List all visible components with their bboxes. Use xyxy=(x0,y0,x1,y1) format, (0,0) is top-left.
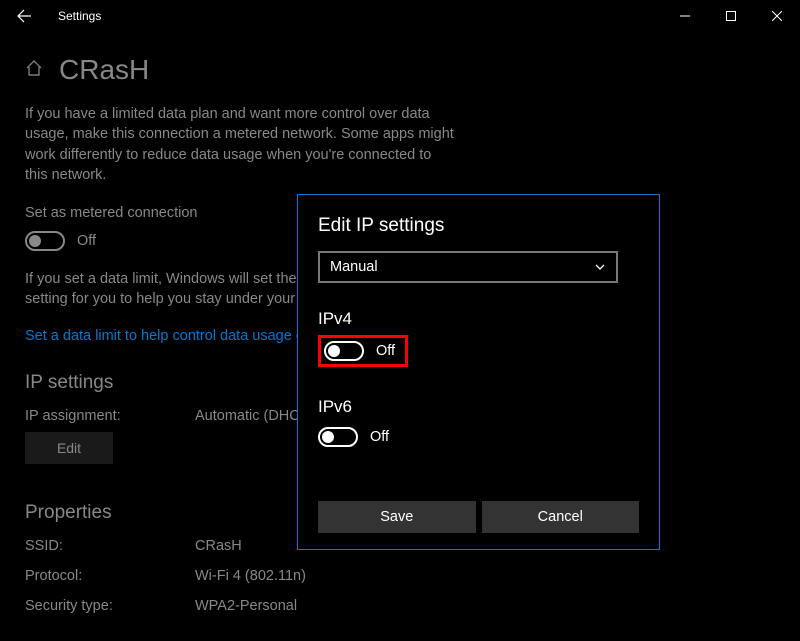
edit-ip-button[interactable]: Edit xyxy=(25,432,113,464)
toggle-knob xyxy=(29,235,41,247)
property-val: Wi-Fi 4 (802.11n) xyxy=(195,568,306,584)
close-button[interactable] xyxy=(754,0,800,32)
ipv4-highlight: Off xyxy=(318,335,408,367)
arrow-left-icon xyxy=(16,8,32,24)
ip-mode-dropdown[interactable]: Manual xyxy=(318,251,618,283)
toggle-knob xyxy=(322,431,334,443)
minimize-button[interactable] xyxy=(662,0,708,32)
edit-ip-dialog: Edit IP settings Manual IPv4 Off IPv6 Of… xyxy=(297,194,660,550)
maximize-icon xyxy=(726,11,736,21)
property-val: WPA2-Personal xyxy=(195,598,297,614)
ipv4-toggle[interactable] xyxy=(324,341,364,361)
minimize-icon xyxy=(680,11,690,21)
metered-description: If you have a limited data plan and want… xyxy=(25,104,455,185)
ipv6-toggle-row: Off xyxy=(318,427,639,447)
titlebar: Settings xyxy=(0,0,800,32)
ipv6-toggle[interactable] xyxy=(318,427,358,447)
property-val: CRasH xyxy=(195,538,242,554)
property-key: Security type: xyxy=(25,598,195,614)
property-key: Protocol: xyxy=(25,568,195,584)
dialog-buttons: Save Cancel xyxy=(318,501,639,533)
property-row: Security type: WPA2-Personal xyxy=(25,598,775,614)
window-title: Settings xyxy=(58,9,101,23)
close-icon xyxy=(772,11,782,21)
save-button[interactable]: Save xyxy=(318,501,476,533)
ipv6-label: IPv6 xyxy=(318,397,639,417)
dropdown-value: Manual xyxy=(330,259,378,275)
page-title: CRasH xyxy=(59,54,149,86)
property-row: Protocol: Wi-Fi 4 (802.11n) xyxy=(25,568,775,584)
dialog-title: Edit IP settings xyxy=(318,215,639,237)
back-button[interactable] xyxy=(8,0,40,32)
ipv6-toggle-state: Off xyxy=(370,429,389,445)
page-header: CRasH xyxy=(25,54,775,86)
ipv4-label: IPv4 xyxy=(318,309,639,329)
cancel-button[interactable]: Cancel xyxy=(482,501,640,533)
maximize-button[interactable] xyxy=(708,0,754,32)
metered-toggle[interactable] xyxy=(25,231,65,251)
ipv4-toggle-state: Off xyxy=(376,343,395,359)
chevron-down-icon xyxy=(594,261,606,273)
window-controls xyxy=(662,0,800,32)
ip-assignment-label: IP assignment: xyxy=(25,408,195,424)
property-key: SSID: xyxy=(25,538,195,554)
metered-toggle-state: Off xyxy=(77,233,96,249)
home-icon[interactable] xyxy=(25,59,43,82)
toggle-knob xyxy=(328,345,340,357)
